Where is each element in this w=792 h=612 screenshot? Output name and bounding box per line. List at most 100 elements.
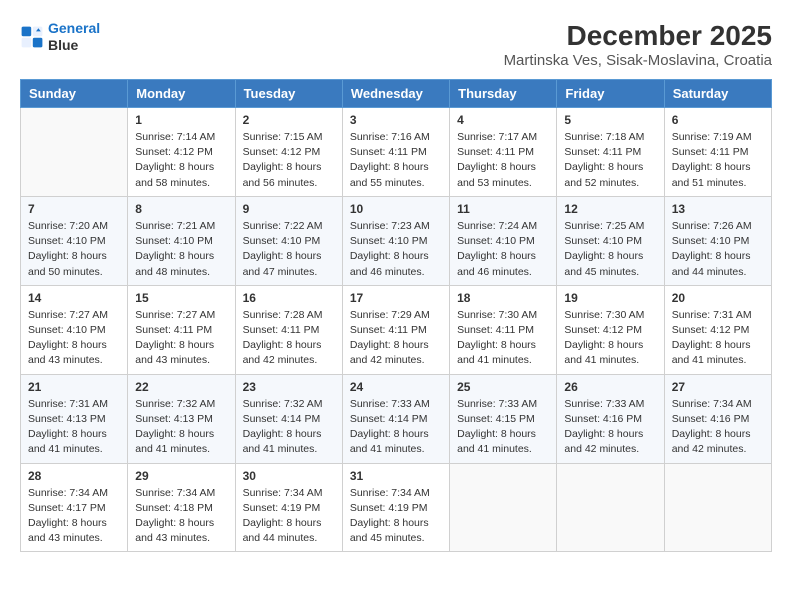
day-info: Sunrise: 7:28 AMSunset: 4:11 PMDaylight:… <box>243 308 335 369</box>
calendar-cell: 5 Sunrise: 7:18 AMSunset: 4:11 PMDaylight… <box>557 108 664 197</box>
day-number: 3 <box>350 113 442 127</box>
calendar-cell: 31Sunrise: 7:34 AMSunset: 4:19 PMDayligh… <box>342 463 449 552</box>
calendar-cell: 16 Sunrise: 7:28 AMSunset: 4:11 PMDayligh… <box>235 285 342 374</box>
day-number: 24 <box>350 380 442 394</box>
day-number: 19 <box>564 291 656 305</box>
location: Martinska Ves, Sisak-Moslavina, Croatia <box>504 52 772 69</box>
day-number: 18 <box>457 291 549 305</box>
day-info: Sunrise: 7:25 AMSunset: 4:10 PMDaylight:… <box>564 219 656 280</box>
logo-icon <box>20 25 44 49</box>
day-number: 1 <box>135 113 227 127</box>
calendar-cell: 15 Sunrise: 7:27 AMSunset: 4:11 PMDayligh… <box>128 285 235 374</box>
day-info: Sunrise: 7:34 AMSunset: 4:19 PMDaylight:… <box>350 486 442 547</box>
day-number: 21 <box>28 380 120 394</box>
day-number: 16 <box>243 291 335 305</box>
day-header-tuesday: Tuesday <box>235 80 342 108</box>
day-info: Sunrise: 7:23 AMSunset: 4:10 PMDaylight:… <box>350 219 442 280</box>
calendar-cell: 20 Sunrise: 7:31 AMSunset: 4:12 PMDayligh… <box>664 285 771 374</box>
day-header-saturday: Saturday <box>664 80 771 108</box>
day-info: Sunrise: 7:30 AMSunset: 4:11 PMDaylight:… <box>457 308 549 369</box>
logo-text: General Blue <box>48 20 100 54</box>
calendar-cell: 6 Sunrise: 7:19 AMSunset: 4:11 PMDaylight… <box>664 108 771 197</box>
day-info: Sunrise: 7:27 AMSunset: 4:11 PMDaylight:… <box>135 308 227 369</box>
day-info: Sunrise: 7:34 AMSunset: 4:19 PMDaylight:… <box>243 486 335 547</box>
calendar-cell: 21 Sunrise: 7:31 AMSunset: 4:13 PMDayligh… <box>21 374 128 463</box>
day-info: Sunrise: 7:30 AMSunset: 4:12 PMDaylight:… <box>564 308 656 369</box>
day-number: 27 <box>672 380 764 394</box>
calendar-cell: 14Sunrise: 7:27 AMSunset: 4:10 PMDayligh… <box>21 285 128 374</box>
day-number: 10 <box>350 202 442 216</box>
calendar-cell: 29Sunrise: 7:34 AMSunset: 4:18 PMDayligh… <box>128 463 235 552</box>
day-number: 29 <box>135 469 227 483</box>
day-info: Sunrise: 7:33 AMSunset: 4:16 PMDaylight:… <box>564 397 656 458</box>
calendar-cell: 25Sunrise: 7:33 AMSunset: 4:15 PMDayligh… <box>450 374 557 463</box>
day-info: Sunrise: 7:27 AMSunset: 4:10 PMDaylight:… <box>28 308 120 369</box>
calendar-cell: 7Sunrise: 7:20 AMSunset: 4:10 PMDaylight… <box>21 196 128 285</box>
calendar-cell: 12 Sunrise: 7:25 AMSunset: 4:10 PMDayligh… <box>557 196 664 285</box>
day-info: Sunrise: 7:31 AMSunset: 4:12 PMDaylight:… <box>672 308 764 369</box>
day-info: Sunrise: 7:14 AMSunset: 4:12 PMDaylight:… <box>135 130 227 191</box>
calendar-week-row: 21 Sunrise: 7:31 AMSunset: 4:13 PMDayligh… <box>21 374 772 463</box>
day-number: 20 <box>672 291 764 305</box>
calendar-cell: 24 Sunrise: 7:33 AMSunset: 4:14 PMDayligh… <box>342 374 449 463</box>
day-number: 5 <box>564 113 656 127</box>
page-header: General Blue December 2025 Martinska Ves… <box>20 20 772 69</box>
day-info: Sunrise: 7:29 AMSunset: 4:11 PMDaylight:… <box>350 308 442 369</box>
day-info: Sunrise: 7:19 AMSunset: 4:11 PMDaylight:… <box>672 130 764 191</box>
calendar-cell: 1 Sunrise: 7:14 AMSunset: 4:12 PMDaylight… <box>128 108 235 197</box>
calendar-cell: 2Sunrise: 7:15 AMSunset: 4:12 PMDaylight… <box>235 108 342 197</box>
calendar-cell: 17 Sunrise: 7:29 AMSunset: 4:11 PMDayligh… <box>342 285 449 374</box>
day-number: 15 <box>135 291 227 305</box>
day-info: Sunrise: 7:24 AMSunset: 4:10 PMDaylight:… <box>457 219 549 280</box>
calendar-cell: 13 Sunrise: 7:26 AMSunset: 4:10 PMDayligh… <box>664 196 771 285</box>
calendar-cell <box>557 463 664 552</box>
day-info: Sunrise: 7:18 AMSunset: 4:11 PMDaylight:… <box>564 130 656 191</box>
day-info: Sunrise: 7:17 AMSunset: 4:11 PMDaylight:… <box>457 130 549 191</box>
calendar-cell: 11 Sunrise: 7:24 AMSunset: 4:10 PMDayligh… <box>450 196 557 285</box>
calendar-cell: 3 Sunrise: 7:16 AMSunset: 4:11 PMDaylight… <box>342 108 449 197</box>
calendar-week-row: 7Sunrise: 7:20 AMSunset: 4:10 PMDaylight… <box>21 196 772 285</box>
calendar-cell: 26 Sunrise: 7:33 AMSunset: 4:16 PMDayligh… <box>557 374 664 463</box>
day-number: 26 <box>564 380 656 394</box>
calendar-header-row: SundayMondayTuesdayWednesdayThursdayFrid… <box>21 80 772 108</box>
day-header-thursday: Thursday <box>450 80 557 108</box>
day-info: Sunrise: 7:34 AMSunset: 4:17 PMDaylight:… <box>28 486 120 547</box>
day-header-sunday: Sunday <box>21 80 128 108</box>
day-number: 2 <box>243 113 335 127</box>
day-info: Sunrise: 7:32 AMSunset: 4:14 PMDaylight:… <box>243 397 335 458</box>
day-info: Sunrise: 7:33 AMSunset: 4:15 PMDaylight:… <box>457 397 549 458</box>
day-number: 7 <box>28 202 120 216</box>
day-header-monday: Monday <box>128 80 235 108</box>
day-info: Sunrise: 7:31 AMSunset: 4:13 PMDaylight:… <box>28 397 120 458</box>
calendar-week-row: 1 Sunrise: 7:14 AMSunset: 4:12 PMDaylight… <box>21 108 772 197</box>
day-info: Sunrise: 7:32 AMSunset: 4:13 PMDaylight:… <box>135 397 227 458</box>
day-info: Sunrise: 7:16 AMSunset: 4:11 PMDaylight:… <box>350 130 442 191</box>
day-number: 12 <box>564 202 656 216</box>
day-info: Sunrise: 7:34 AMSunset: 4:16 PMDaylight:… <box>672 397 764 458</box>
day-info: Sunrise: 7:33 AMSunset: 4:14 PMDaylight:… <box>350 397 442 458</box>
day-number: 11 <box>457 202 549 216</box>
day-number: 28 <box>28 469 120 483</box>
calendar-cell <box>21 108 128 197</box>
day-header-friday: Friday <box>557 80 664 108</box>
day-header-wednesday: Wednesday <box>342 80 449 108</box>
calendar-table: SundayMondayTuesdayWednesdayThursdayFrid… <box>20 79 772 552</box>
calendar-cell: 9Sunrise: 7:22 AMSunset: 4:10 PMDaylight… <box>235 196 342 285</box>
calendar-cell <box>664 463 771 552</box>
day-number: 13 <box>672 202 764 216</box>
calendar-cell: 8 Sunrise: 7:21 AMSunset: 4:10 PMDaylight… <box>128 196 235 285</box>
calendar-cell: 23Sunrise: 7:32 AMSunset: 4:14 PMDayligh… <box>235 374 342 463</box>
month-year: December 2025 <box>504 20 772 52</box>
logo-line1: General <box>48 20 100 36</box>
calendar-cell: 28 Sunrise: 7:34 AMSunset: 4:17 PMDayligh… <box>21 463 128 552</box>
day-info: Sunrise: 7:21 AMSunset: 4:10 PMDaylight:… <box>135 219 227 280</box>
day-number: 8 <box>135 202 227 216</box>
calendar-cell: 19 Sunrise: 7:30 AMSunset: 4:12 PMDayligh… <box>557 285 664 374</box>
calendar-week-row: 14Sunrise: 7:27 AMSunset: 4:10 PMDayligh… <box>21 285 772 374</box>
day-info: Sunrise: 7:26 AMSunset: 4:10 PMDaylight:… <box>672 219 764 280</box>
day-number: 4 <box>457 113 549 127</box>
day-info: Sunrise: 7:22 AMSunset: 4:10 PMDaylight:… <box>243 219 335 280</box>
calendar-cell: 30Sunrise: 7:34 AMSunset: 4:19 PMDayligh… <box>235 463 342 552</box>
day-number: 6 <box>672 113 764 127</box>
day-number: 17 <box>350 291 442 305</box>
